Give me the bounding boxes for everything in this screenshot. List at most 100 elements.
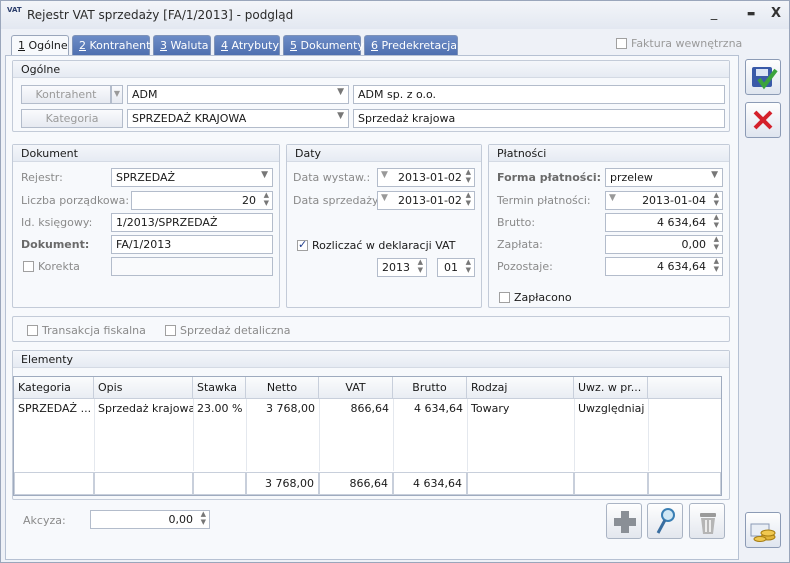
data-sprzedazy-field[interactable]: ▼ 2013-01-02 ▲ ▼ [377, 191, 475, 210]
kontrahent-dropdown-button[interactable]: ▼ [111, 85, 123, 104]
kategoria-code-field[interactable]: SPRZEDAŻ KRAJOWA ▼ [127, 109, 349, 128]
column-header[interactable]: Rodzaj [467, 377, 574, 399]
zaplata-label: Zapłata: [497, 238, 543, 251]
checkbox-label: Korekta [38, 260, 80, 273]
chevron-down-icon: ▼ [113, 89, 121, 98]
dokument-field[interactable]: FA/1/2013 [111, 235, 273, 254]
field-value: ADM [132, 88, 158, 101]
tab-kontrahent[interactable]: 2 Kontrahent [72, 35, 150, 55]
group-platnosci: Płatności Forma płatności: przelew ▼ Term… [488, 144, 730, 308]
forma-platnosci-select[interactable]: przelew ▼ [605, 168, 723, 187]
footer-cell [648, 472, 721, 495]
transakcja-fiskalna-checkbox[interactable]: Transakcja fiskalna [27, 324, 146, 337]
column-header[interactable]: Uwz. w pr... [574, 377, 648, 399]
cancel-button[interactable] [745, 102, 781, 138]
data-sprzedazy-label: Data sprzedaży: [293, 194, 382, 207]
spinner-icon[interactable]: ▲ ▼ [264, 192, 269, 207]
minimize-button[interactable]: _ [705, 6, 723, 21]
maximize-button[interactable]: ▬ [742, 9, 760, 19]
tab-waluta[interactable]: 3 Waluta [153, 35, 211, 55]
tab-dokumenty[interactable]: 5 Dokumenty [283, 35, 364, 55]
delete-button[interactable] [689, 503, 725, 539]
add-button[interactable] [606, 503, 642, 539]
spinner-icon[interactable]: ▲ ▼ [714, 214, 719, 229]
group-ogolne: Ogólne Kontrahent ▼ ADM ▼ ADM sp. z o.o. … [12, 60, 730, 132]
rok-stepper[interactable]: 2013 ▲ ▼ [377, 258, 427, 277]
data-wystawienia-label: Data wystaw.: [293, 171, 371, 184]
checkbox-label: Faktura wewnętrzna [631, 37, 743, 50]
rejestr-select[interactable]: SPRZEDAŻ ▼ [111, 168, 273, 187]
spinner-icon[interactable]: ▲ ▼ [714, 258, 719, 273]
tab-ogolne[interactable]: 1 Ogólne [11, 35, 69, 56]
kontrahent-name-field[interactable]: ADM sp. z o.o. [353, 85, 725, 104]
tab-label: Predekretacja [378, 39, 458, 52]
termin-platnosci-label: Termin płatności: [497, 194, 591, 207]
spinner-icon[interactable]: ▲ ▼ [466, 169, 471, 184]
close-icon [753, 110, 773, 130]
korekta-checkbox[interactable]: Korekta [23, 260, 80, 273]
spinner-icon[interactable]: ▲ ▼ [714, 192, 719, 207]
akcyza-stepper[interactable]: 0,00 ▲ ▼ [90, 510, 210, 529]
footer-cell [574, 472, 648, 495]
tab-atrybuty[interactable]: 4 Atrybuty [214, 35, 280, 55]
kategoria-button[interactable]: Kategoria [21, 109, 123, 128]
kategoria-name-field[interactable]: Sprzedaż krajowa [353, 109, 725, 128]
tab-predekretacja[interactable]: 6 Predekretacja [364, 35, 458, 55]
column-header[interactable]: Stawka [193, 377, 246, 399]
cell-brutto: 4 634,64 [414, 402, 463, 415]
column-header[interactable]: Opis [94, 377, 193, 399]
rozliczac-checkbox[interactable]: Rozliczać w deklaracji VAT [297, 238, 455, 252]
save-button[interactable] [745, 59, 781, 95]
chevron-down-icon: ▼ [381, 170, 388, 180]
trash-icon [700, 513, 716, 534]
chevron-down-icon: ▼ [609, 193, 616, 203]
forma-platnosci-label: Forma płatności: [497, 171, 602, 184]
group-title: Dokument [13, 145, 279, 162]
tab-label: Dokumenty [297, 39, 364, 52]
spinner-icon[interactable]: ▲ ▼ [466, 192, 471, 207]
column-header[interactable]: VAT [319, 377, 393, 399]
payments-button[interactable] [745, 512, 781, 548]
spinner-icon[interactable]: ▲ ▼ [418, 259, 423, 274]
column-header[interactable]: Netto [246, 377, 319, 399]
group-title: Elementy [13, 351, 729, 368]
liczba-porzadkowa-stepper[interactable]: 20 ▲ ▼ [131, 191, 273, 210]
data-wystawienia-field[interactable]: ▼ 2013-01-02 ▲ ▼ [377, 168, 475, 187]
window-title: Rejestr VAT sprzedaży [FA/1/2013] - podg… [27, 8, 294, 22]
cell-vat: 866,64 [350, 402, 390, 415]
elementy-table[interactable]: Kategoria Opis Stawka Netto VAT Brutto R… [13, 376, 722, 496]
zaplacono-checkbox[interactable]: Zapłacono [499, 291, 572, 304]
column-header[interactable]: Brutto [393, 377, 467, 399]
footer-cell [14, 472, 94, 495]
pozostaje-field[interactable]: 4 634,64 ▲ ▼ [605, 257, 723, 276]
field-value: 01 [444, 261, 458, 274]
group-title: Daty [287, 145, 481, 162]
coins-icon [750, 523, 776, 542]
chevron-down-icon: ▼ [337, 87, 344, 97]
spinner-icon[interactable]: ▲ ▼ [201, 511, 206, 526]
kontrahent-code-field[interactable]: ADM ▼ [127, 85, 349, 104]
id-ksiegowy-label: Id. księgowy: [21, 216, 93, 229]
column-header[interactable]: Kategoria [14, 377, 94, 399]
termin-platnosci-field[interactable]: ▼ 2013-01-04 ▲ ▼ [605, 191, 723, 210]
spinner-icon[interactable]: ▲ ▼ [714, 236, 719, 251]
tab-number: 5 [290, 39, 297, 52]
cell-opis: Sprzedaż krajowa [98, 402, 193, 415]
checkbox-label: Sprzedaż detaliczna [180, 324, 291, 337]
kontrahent-button[interactable]: Kontrahent [21, 85, 111, 104]
spinner-icon[interactable]: ▲ ▼ [466, 259, 471, 274]
edit-button[interactable] [647, 503, 683, 539]
sprzedaz-detaliczna-checkbox[interactable]: Sprzedaż detaliczna [165, 324, 290, 337]
group-dokument: Dokument Rejestr: SPRZEDAŻ ▼ Liczba porzą… [12, 144, 280, 308]
miesiac-stepper[interactable]: 01 ▲ ▼ [437, 258, 475, 277]
close-button[interactable]: X [767, 6, 785, 21]
faktura-wewnetrzna-checkbox[interactable]: Faktura wewnętrzna [616, 37, 742, 50]
korekta-field [111, 257, 273, 276]
chevron-down-icon: ▼ [261, 170, 268, 180]
total-vat: 866,64 [319, 472, 393, 495]
field-value: 20 [242, 194, 256, 207]
brutto-field[interactable]: 4 634,64 ▲ ▼ [605, 213, 723, 232]
zaplata-field[interactable]: 0,00 ▲ ▼ [605, 235, 723, 254]
id-ksiegowy-field[interactable]: 1/2013/SPRZEDAŻ [111, 213, 273, 232]
checkbox-box [23, 261, 34, 272]
